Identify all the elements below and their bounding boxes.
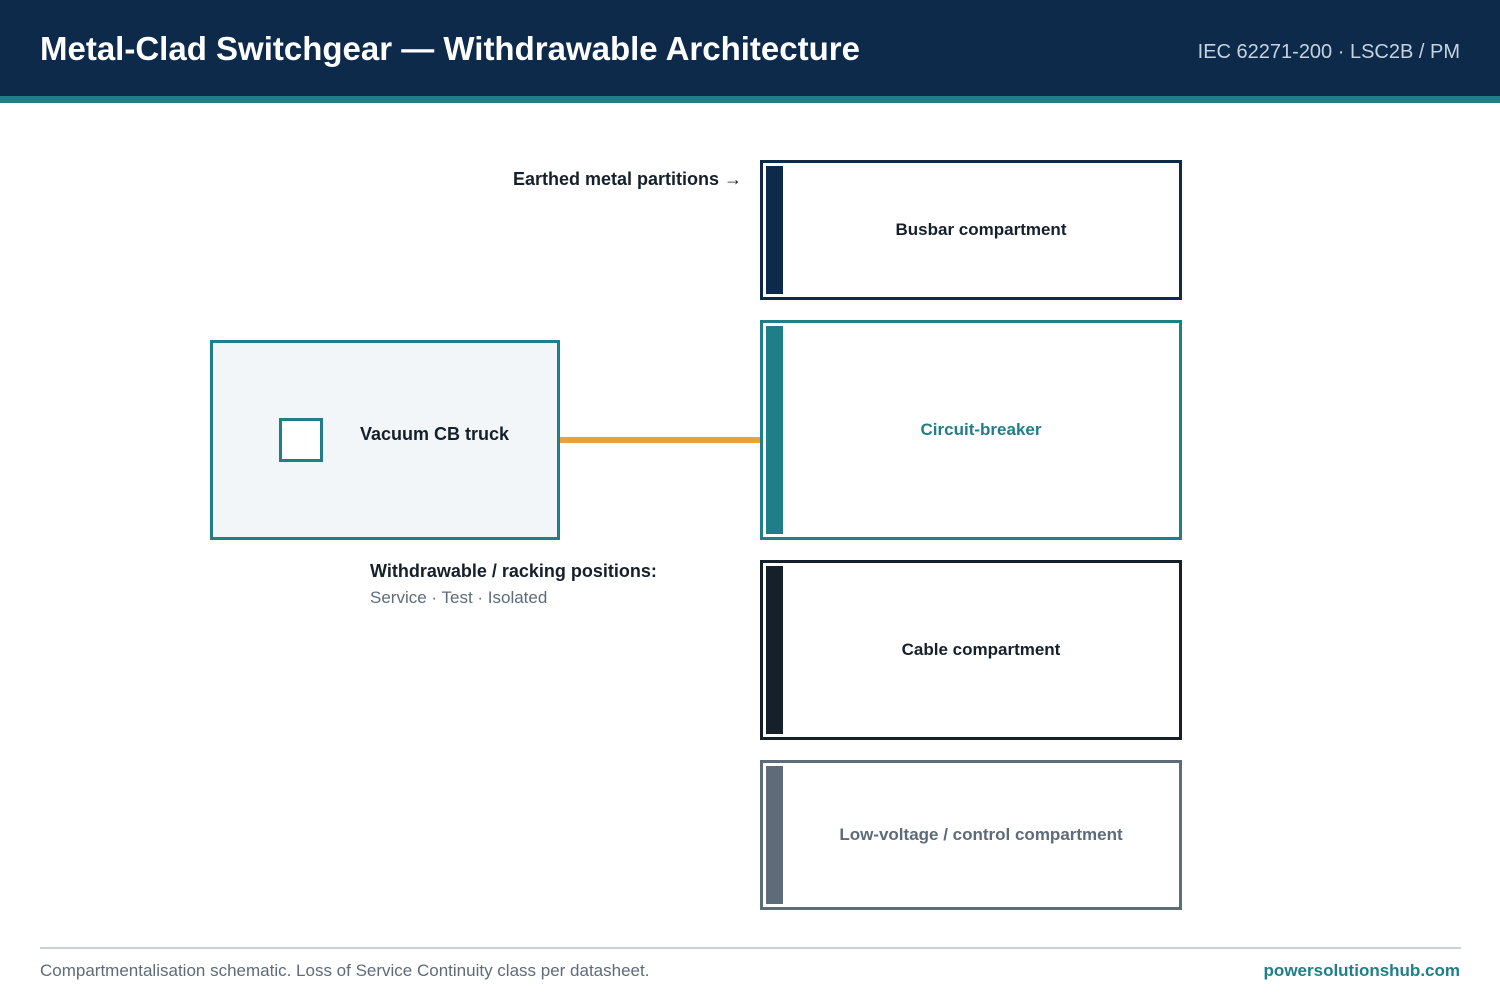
standard-reference: IEC 62271-200 · LSC2B / PM <box>1197 41 1460 63</box>
truck-label: Vacuum CB truck <box>360 424 510 444</box>
partition-bar <box>766 166 783 294</box>
circuit-breaker-compartment: Circuit-breaker <box>760 320 1182 540</box>
header-accent-stripe <box>0 96 1500 103</box>
truck-connector-line <box>560 437 760 443</box>
breaker-square-icon <box>279 418 323 462</box>
compartment-label: Cable compartment <box>901 640 1061 659</box>
partition-bar <box>766 766 783 904</box>
compartment-label: Busbar compartment <box>895 220 1067 239</box>
racking-positions-list: Service · Test · Isolated <box>370 588 548 607</box>
footer-brand: powersolutionshub.com <box>1263 961 1460 980</box>
busbar-compartment: Busbar compartment <box>760 160 1182 300</box>
compartment-label: Low-voltage / control compartment <box>839 825 1123 844</box>
partition-bar <box>766 566 783 734</box>
vacuum-cb-truck: Vacuum CB truck <box>210 340 560 540</box>
partition-bar <box>766 326 783 534</box>
cable-compartment: Cable compartment <box>760 560 1182 740</box>
compartment-label: Circuit-breaker <box>920 420 1042 439</box>
footer-divider <box>40 947 1461 949</box>
page-title: Metal-Clad Switchgear — Withdrawable Arc… <box>40 30 860 67</box>
header-bar: Metal-Clad Switchgear — Withdrawable Arc… <box>0 0 1500 96</box>
low-voltage-compartment: Low-voltage / control compartment <box>760 760 1182 910</box>
partition-label: Earthed metal partitions → <box>512 169 742 189</box>
footer-note: Compartmentalisation schematic. Loss of … <box>40 961 650 980</box>
racking-positions-title: Withdrawable / racking positions: <box>370 561 657 581</box>
